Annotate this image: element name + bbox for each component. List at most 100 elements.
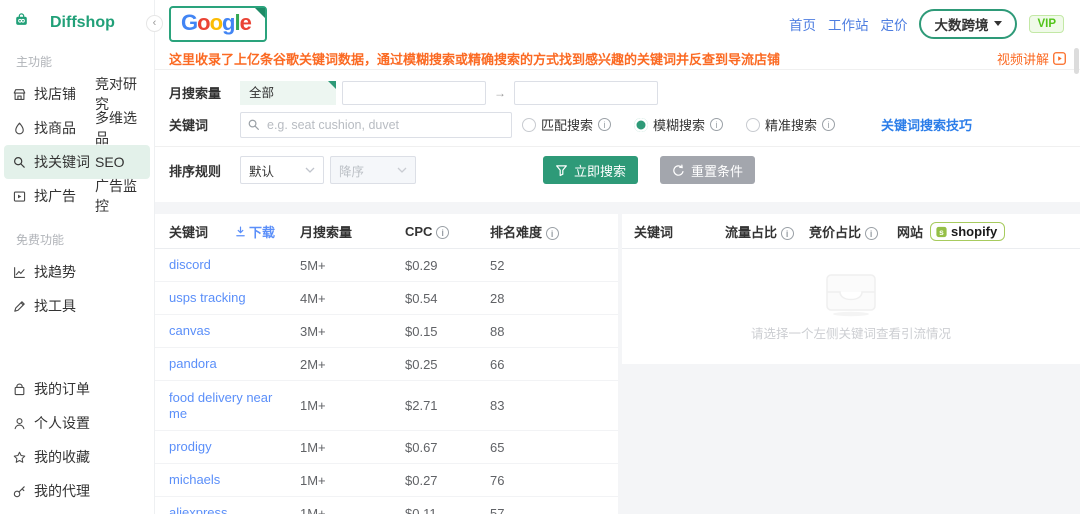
keyword-link[interactable]: prodigy	[169, 439, 226, 454]
video-tutorial-link[interactable]: 视频讲解	[997, 49, 1066, 68]
info-icon[interactable]: i	[545, 226, 559, 240]
keyword-link[interactable]: discord	[169, 257, 225, 272]
header-volume: 月搜索量	[300, 224, 353, 240]
volume-all-option[interactable]: 全部	[240, 80, 336, 105]
sidebar-item-find-store[interactable]: 找店铺 竞对研究	[4, 76, 150, 112]
table-row: discord 5M+ $0.29 52	[155, 249, 618, 282]
keyword-link[interactable]: canvas	[169, 323, 224, 338]
cpc-cell: $0.11	[405, 505, 437, 514]
empty-tray-icon	[826, 274, 876, 317]
info-icon[interactable]: i	[822, 118, 836, 131]
shopify-site-filter[interactable]: s shopify	[930, 221, 1006, 241]
download-link[interactable]: 下载	[235, 222, 275, 241]
keyword-link[interactable]: michaels	[169, 472, 234, 487]
keyword-search-input[interactable]	[240, 111, 512, 138]
header-cpc-label: CPC	[405, 223, 433, 239]
sidebar-item-label: 找关键词	[34, 154, 90, 170]
sidebar-item-my-agents[interactable]: 我的代理	[4, 474, 150, 508]
sidebar-bottom-group: 我的订单 个人设置 我的收藏 我的代理	[0, 372, 154, 514]
volume-max-input[interactable]	[514, 80, 658, 105]
sort-order-select[interactable]: 降序	[330, 156, 416, 184]
key-icon	[12, 484, 27, 499]
video-link-label: 视频讲解	[996, 51, 1049, 67]
vip-badge: VIP	[1029, 14, 1064, 33]
keyword-tips-link[interactable]: 关键词搜索技巧	[881, 115, 972, 134]
reset-conditions-button[interactable]: 重置条件	[660, 156, 756, 184]
keyword-link[interactable]: food delivery near me	[169, 390, 272, 421]
section-label-free: 免费功能	[16, 233, 65, 247]
sidebar-item-sub-multi-selection[interactable]: 多维选品	[95, 108, 150, 148]
info-icon[interactable]: i	[436, 225, 450, 239]
keyword-link[interactable]: usps tracking	[169, 290, 260, 305]
table-row: aliexpress 1M+ $0.11 57	[155, 497, 618, 514]
cpc-cell: $0.25	[405, 356, 438, 372]
sort-order-value: 降序	[339, 164, 365, 179]
radio-icon-checked	[634, 117, 649, 132]
monthly-volume-label: 月搜索量	[169, 86, 222, 101]
cpc-cell: $0.15	[405, 323, 438, 339]
volume-cell: 3M+	[300, 323, 326, 339]
volume-cell: 1M+	[300, 505, 326, 514]
radio-fuzzy-search[interactable]: 模糊搜索 i	[634, 115, 724, 134]
sidebar-item-find-trends[interactable]: 找趋势	[4, 255, 150, 289]
droplet-icon	[12, 121, 27, 136]
table-row: usps tracking 4M+ $0.54 28	[155, 282, 618, 315]
sidebar-item-label: 找广告	[34, 188, 76, 204]
volume-cell: 5M+	[300, 257, 326, 273]
radio-exact-search[interactable]: 精准搜索 i	[746, 115, 836, 134]
nav-pricing-link[interactable]: 定价	[880, 14, 907, 34]
account-name: 大数跨境	[934, 17, 989, 33]
search-now-button[interactable]: 立即搜索	[543, 156, 639, 184]
top-nav: 首页 工作站 定价 大数跨境 VIP	[789, 8, 1064, 39]
sidebar-item-find-product[interactable]: 找商品 多维选品	[4, 108, 150, 148]
svg-text:s: s	[939, 226, 944, 236]
account-dropdown[interactable]: 大数跨境	[919, 8, 1018, 39]
keyword-link[interactable]: pandora	[169, 356, 231, 371]
sort-row: 排序规则 默认 降序 立即搜索 重置条件	[169, 147, 1066, 197]
sidebar-item-my-orders[interactable]: 我的订单	[4, 372, 150, 406]
difficulty-cell: 52	[490, 257, 505, 273]
chevron-down-icon	[994, 21, 1003, 26]
sort-field-select[interactable]: 默认	[240, 156, 324, 184]
radio-label: 精准搜索	[765, 118, 818, 133]
diffshop-logo[interactable]: Diffshop	[0, 0, 154, 38]
selected-corner-mark	[328, 80, 336, 89]
google-logo: Google	[181, 9, 252, 35]
table-row: prodigy 1M+ $0.67 65	[155, 431, 618, 464]
download-label: 下载	[249, 224, 276, 240]
sidebar-item-find-ads[interactable]: 找广告 广告监控	[4, 176, 150, 216]
sidebar-item-sub-seo[interactable]: SEO	[95, 154, 125, 170]
sidebar-item-my-favorites[interactable]: 我的收藏	[4, 440, 150, 474]
sidebar-item-find-tools[interactable]: 找工具	[4, 289, 150, 323]
keyword-link[interactable]: aliexpress	[169, 505, 242, 514]
download-icon	[236, 226, 245, 236]
volume-cell: 1M+	[300, 472, 326, 488]
sidebar-collapse-button[interactable]: ‹	[146, 15, 163, 32]
shopify-bag-icon: s	[936, 226, 947, 237]
radio-match-search[interactable]: 匹配搜索 i	[522, 115, 612, 134]
radio-label: 匹配搜索	[541, 118, 594, 133]
detail-header-traffic-label: 流量占比	[725, 224, 778, 240]
keyword-table-header: 关键词 下载 月搜索量 CPC i 排名难度 i	[155, 214, 618, 249]
nav-home-link[interactable]: 首页	[789, 14, 816, 34]
header-keyword-label: 关键词	[169, 224, 209, 240]
results-area: 关键词 下载 月搜索量 CPC i 排名难度 i discord 5M+ $0.…	[155, 214, 1080, 514]
sidebar-item-label: 我的订单	[34, 381, 90, 397]
sort-field-value: 默认	[249, 164, 275, 179]
diffshop-bag-icon	[14, 12, 36, 34]
nav-workstation-link[interactable]: 工作站	[828, 14, 869, 34]
sidebar-item-find-keywords[interactable]: 找关键词 SEO	[4, 145, 150, 179]
google-platform-tab[interactable]: Google	[169, 5, 267, 42]
refresh-icon	[673, 164, 684, 176]
sidebar-item-personal-settings[interactable]: 个人设置	[4, 406, 150, 440]
info-icon[interactable]: i	[598, 118, 612, 131]
radio-icon	[746, 117, 761, 132]
sidebar-item-sub-ad-monitoring[interactable]: 广告监控	[95, 176, 150, 216]
scrollbar-thumb[interactable]	[1074, 48, 1079, 74]
info-icon[interactable]: i	[780, 226, 794, 240]
star-icon	[12, 450, 27, 465]
info-icon[interactable]: i	[710, 118, 724, 131]
info-icon[interactable]: i	[864, 226, 878, 240]
volume-min-input[interactable]	[342, 80, 486, 105]
difficulty-cell: 83	[490, 398, 505, 413]
